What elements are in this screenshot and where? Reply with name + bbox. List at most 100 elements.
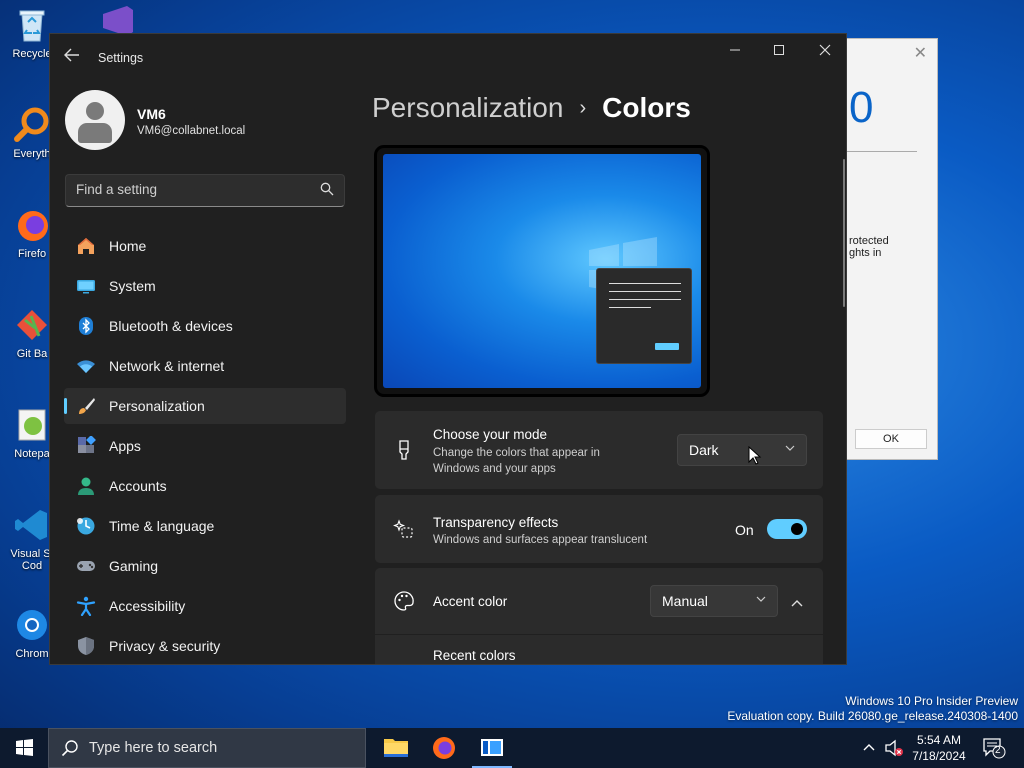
chevron-right-icon: › [579, 96, 587, 119]
desktop-icon-label: Firefo [17, 248, 47, 260]
dialog-ok-button[interactable]: OK [855, 429, 927, 449]
recycle-bin-icon [13, 6, 51, 44]
avatar[interactable] [65, 90, 125, 150]
sidebar-item-label: Apps [109, 438, 141, 454]
show-hidden-icons-chevron-up-icon[interactable] [862, 741, 876, 768]
sidebar-item-accounts[interactable]: Accounts [64, 468, 346, 504]
sidebar-item-network[interactable]: Network & internet [64, 348, 346, 384]
chevron-down-icon [756, 586, 766, 616]
sidebar-item-label: Personalization [109, 398, 205, 414]
clock-time: 5:54 AM [916, 733, 962, 747]
desktop-icon-label: Recycle [12, 48, 52, 60]
transparency-panel: Transparency effects Windows and surface… [375, 495, 823, 563]
breadcrumb: Personalization › Colors [372, 92, 691, 124]
search-input[interactable] [76, 182, 306, 197]
shield-icon [76, 636, 96, 656]
preview-line [609, 307, 651, 308]
mode-title: Choose your mode [433, 427, 548, 442]
scrollbar[interactable] [843, 159, 845, 307]
watermark-line1: Windows 10 Pro Insider Preview [845, 694, 1018, 708]
app-title: Settings [98, 51, 144, 65]
transparency-toggle[interactable] [767, 519, 807, 539]
avatar-body [78, 123, 112, 143]
preview-accent-button [655, 343, 679, 350]
desktop-icon-label: Notepa [14, 448, 50, 460]
notifications-icon[interactable]: 2 [982, 737, 1006, 768]
recent-colors-panel: Recent colors [375, 635, 823, 664]
sidebar-item-label: Accessibility [109, 598, 186, 614]
mode-dropdown[interactable]: Dark [677, 434, 807, 466]
taskbar-file-explorer[interactable] [372, 728, 420, 768]
settings-app-icon [481, 739, 503, 756]
sidebar-item-system[interactable]: System [64, 268, 346, 304]
vscode-icon [13, 506, 51, 544]
transparency-description: Windows and surfaces appear translucent [433, 534, 648, 546]
sidebar-item-bluetooth[interactable]: Bluetooth & devices [64, 308, 346, 344]
sidebar-item-gaming[interactable]: Gaming [64, 548, 346, 584]
sidebar-item-personalization[interactable]: Personalization [64, 388, 346, 424]
maximize-button[interactable] [764, 42, 794, 64]
watermark-line2: Evaluation copy. Build 26080.ge_release.… [727, 709, 1018, 723]
git-bash-icon [13, 306, 51, 344]
dialog-divider [847, 151, 917, 152]
search-icon [61, 739, 79, 757]
bluetooth-icon [76, 316, 96, 336]
search-icon[interactable] [320, 182, 334, 196]
sidebar-item-label: Accounts [109, 478, 167, 494]
user-email: VM6@collabnet.local [137, 125, 246, 137]
sidebar-item-accessibility[interactable]: Accessibility [64, 588, 346, 624]
toggle-knob [791, 523, 803, 535]
chevron-down-icon [785, 435, 795, 465]
preview-wallpaper [383, 154, 701, 388]
dialog-close-icon[interactable]: ✕ [914, 43, 927, 63]
page-title: Colors [602, 92, 691, 123]
dialog-text: rotected ghts in [849, 235, 889, 259]
sidebar-item-label: Bluetooth & devices [109, 318, 233, 334]
desktop-icon-label: Visual St Cod [10, 548, 54, 572]
windows-watermark: Windows 10 Pro Insider Preview Evaluatio… [727, 694, 1018, 724]
start-button[interactable] [0, 728, 48, 768]
accent-dropdown-value: Manual [662, 593, 708, 609]
palette-icon [393, 590, 415, 612]
user-name: VM6 [137, 106, 166, 122]
sidebar-item-apps[interactable]: Apps [64, 428, 346, 464]
sidebar-item-time-language[interactable]: Time & language [64, 508, 346, 544]
gamepad-icon [76, 556, 96, 576]
accounts-icon [76, 476, 96, 496]
firefox-icon [13, 206, 51, 244]
collapse-chevron-up-icon[interactable] [791, 595, 803, 613]
taskbar: Type here to search 5:54 AM 7/18/2024 2 [0, 728, 1024, 768]
folder-icon [384, 739, 408, 757]
taskbar-settings[interactable] [468, 728, 516, 768]
transparency-state: On [735, 522, 754, 538]
background-dialog: ✕ 0 rotected ghts in OK [846, 38, 938, 460]
notifications-count: 2 [995, 745, 1001, 756]
desktop-icon-label: Chrom [15, 648, 49, 660]
avatar-head [86, 102, 104, 120]
brush-icon [76, 396, 96, 416]
settings-window: Settings VM6 VM6@collabnet.local Home [49, 33, 847, 665]
sidebar-item-privacy[interactable]: Privacy & security [64, 628, 346, 664]
find-setting-search[interactable] [65, 174, 345, 207]
preview-line [609, 299, 681, 300]
accent-dropdown[interactable]: Manual [650, 585, 778, 617]
taskbar-search[interactable]: Type here to search [48, 728, 366, 768]
minimize-button[interactable] [720, 42, 750, 64]
title-bar: Settings [50, 34, 846, 80]
sparkle-icon [392, 518, 415, 540]
sidebar-item-label: System [109, 278, 156, 294]
sidebar-item-label: Time & language [109, 518, 215, 534]
sidebar-item-home[interactable]: Home [64, 228, 346, 264]
back-arrow-icon[interactable] [64, 48, 80, 67]
taskbar-firefox[interactable] [420, 728, 468, 768]
accent-title: Accent color [433, 594, 508, 609]
taskbar-clock[interactable]: 5:54 AM 7/18/2024 [896, 732, 982, 764]
mouse-cursor-icon [748, 446, 762, 465]
breadcrumb-parent[interactable]: Personalization [372, 92, 563, 124]
desktop-icon-label: Everyth [13, 148, 51, 160]
theme-preview [374, 145, 710, 397]
taskbar-search-placeholder: Type here to search [89, 740, 218, 756]
accent-color-panel: Accent color Manual [375, 568, 823, 634]
mode-description: Change the colors that appear in Windows… [433, 447, 600, 475]
close-button[interactable] [810, 42, 840, 64]
